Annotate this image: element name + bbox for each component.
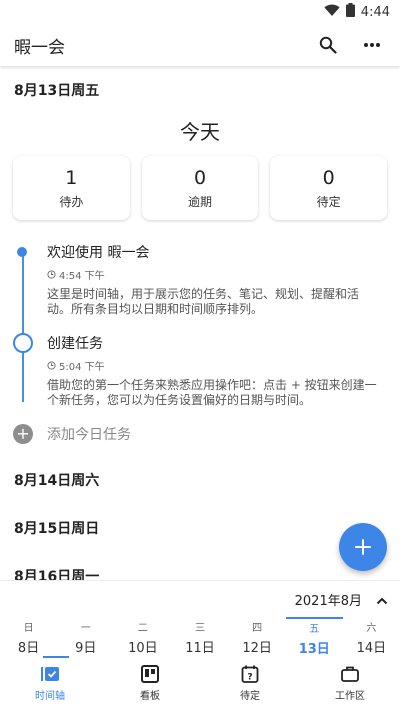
stat-label: 待办 xyxy=(59,194,84,209)
weekday: 一 xyxy=(80,622,91,634)
nav-label: 时间轴 xyxy=(35,690,65,702)
date-header-today: 8月13日周五 xyxy=(14,83,100,99)
day-number: 11日 xyxy=(185,640,215,656)
calendar-question-icon: ? xyxy=(241,665,259,683)
timeline-line xyxy=(22,252,24,402)
nav-label: 待定 xyxy=(240,690,260,702)
add-today-task-label: 添加今日任务 xyxy=(47,427,131,443)
calendar-header: 2021年8月 xyxy=(0,581,400,617)
nav-board[interactable]: 看板 xyxy=(100,656,200,710)
item-time: 5:04 下午 xyxy=(47,358,382,373)
item-title: 欢迎使用 暇一会 xyxy=(47,245,150,261)
item-time-text: 5:04 下午 xyxy=(59,362,105,373)
nav-workspace[interactable]: 工作区 xyxy=(300,656,400,710)
timeline-icon xyxy=(41,666,59,681)
app-title: 暇一会 xyxy=(14,37,65,58)
more-horizontal-icon xyxy=(364,43,380,47)
timeline-item[interactable]: 欢迎使用 暇一会 4:54 下午 这里是时间轴，用于展示您的任务、笔记、规划、提… xyxy=(17,242,382,317)
week-strip: 日 8日 一 9日 二 10日 三 11日 四 12日 五 13日 六 14日 xyxy=(0,617,400,657)
chevron-up-icon[interactable] xyxy=(376,590,388,609)
today-title: 今天 xyxy=(180,120,220,144)
battery-icon xyxy=(345,3,355,21)
weekday: 五 xyxy=(309,623,320,635)
calendar-day[interactable]: 四 12日 xyxy=(229,617,286,657)
plus-icon: + xyxy=(13,424,33,444)
item-time: 4:54 下午 xyxy=(47,267,382,282)
week-calendar: 2021年8月 日 8日 一 9日 二 10日 三 11日 四 12日 五 13日 六 14日 xyxy=(0,580,400,657)
stat-label: 待定 xyxy=(316,194,341,209)
day-number: 10日 xyxy=(128,640,158,656)
calendar-day[interactable]: 一 9日 xyxy=(57,617,114,657)
day-number: 8日 xyxy=(17,640,40,656)
more-options-button[interactable] xyxy=(358,31,386,59)
stat-card-todo[interactable]: 1 待办 xyxy=(13,156,130,220)
item-title: 创建任务 xyxy=(47,336,103,352)
timeline-dot-icon xyxy=(17,247,27,257)
status-time: 4:44 xyxy=(360,4,390,20)
bottom-navigation: 时间轴 看板 ? 待定 工作区 xyxy=(0,656,400,710)
timeline-item[interactable]: 创建任务 5:04 下午 借助您的第一个任务来熟悉应用操作吧：点击 + 按钮来创… xyxy=(13,333,382,408)
date-header[interactable]: 8月14日周六 xyxy=(0,456,400,504)
weekday: 六 xyxy=(366,622,377,634)
stat-value: 1 xyxy=(65,166,78,189)
status-bar: 4:44 xyxy=(0,0,400,24)
clock-icon xyxy=(47,361,56,370)
item-description: 借助您的第一个任务来熟悉应用操作吧：点击 + 按钮来创建一个新任务，您可以为任务… xyxy=(47,378,377,407)
calendar-month[interactable]: 2021年8月 xyxy=(295,590,362,609)
nav-label: 工作区 xyxy=(335,690,365,702)
nav-timeline[interactable]: 时间轴 xyxy=(0,656,100,710)
timeline: 欢迎使用 暇一会 4:54 下午 这里是时间轴，用于展示您的任务、笔记、规划、提… xyxy=(0,242,400,408)
stat-value: 0 xyxy=(322,166,335,189)
day-number: 14日 xyxy=(356,640,387,656)
stat-card-overdue[interactable]: 0 逾期 xyxy=(141,156,259,220)
stat-value: 0 xyxy=(193,166,207,189)
add-today-task-button[interactable]: + 添加今日任务 xyxy=(0,422,400,446)
item-description: 这里是时间轴，用于展示您的任务、笔记、规划、提醒和活动。所有条目均以日期和时间顺… xyxy=(47,287,360,316)
stat-card-pending[interactable]: 0 待定 xyxy=(270,156,388,220)
weekday: 二 xyxy=(137,622,148,634)
nav-label: 看板 xyxy=(140,690,160,702)
calendar-day[interactable]: 三 11日 xyxy=(171,617,228,657)
item-time-text: 4:54 下午 xyxy=(59,271,105,282)
timeline-scroll[interactable]: 8月13日周五 今天 1 待办 0 逾期 0 待定 欢迎使用 暇一会 4:54 … xyxy=(0,66,400,580)
calendar-day[interactable]: 六 14日 xyxy=(343,617,400,657)
day-number: 9日 xyxy=(75,640,97,656)
add-task-fab[interactable] xyxy=(339,523,387,571)
search-button[interactable] xyxy=(314,31,342,59)
weekday: 日 xyxy=(23,622,34,634)
task-checkbox[interactable] xyxy=(13,333,33,353)
clock-icon xyxy=(47,270,56,279)
briefcase-icon xyxy=(341,666,359,682)
calendar-day-selected[interactable]: 五 13日 xyxy=(285,617,343,657)
calendar-day[interactable]: 日 8日 xyxy=(0,617,57,657)
wifi-icon xyxy=(324,4,340,21)
nav-pending[interactable]: ? 待定 xyxy=(200,656,300,710)
board-icon xyxy=(141,664,159,683)
stat-label: 逾期 xyxy=(188,194,213,209)
svg-text:?: ? xyxy=(247,672,252,682)
stats-row: 1 待办 0 逾期 0 待定 xyxy=(0,156,400,220)
app-bar: 暇一会 xyxy=(0,24,400,66)
day-number: 12日 xyxy=(242,640,272,656)
day-number: 13日 xyxy=(298,641,330,657)
search-icon xyxy=(319,36,337,54)
plus-icon xyxy=(355,539,371,555)
calendar-day[interactable]: 二 10日 xyxy=(114,617,171,657)
weekday: 四 xyxy=(252,622,263,634)
weekday: 三 xyxy=(194,622,205,634)
